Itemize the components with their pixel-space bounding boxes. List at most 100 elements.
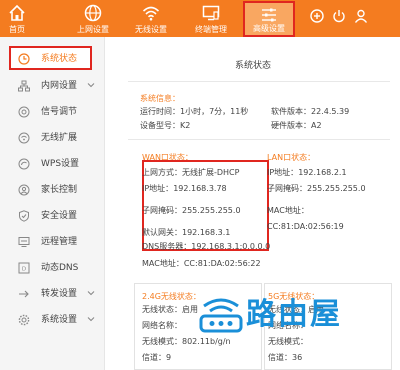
wan-dns-value: 192.168.3.1;0.0.0.0 [191, 242, 271, 251]
nav-terminal-management[interactable]: 终端管理 [186, 0, 236, 37]
software-version-value: 22.4.5.39 [311, 107, 350, 116]
sidebar-item-remote-management[interactable]: 远程管理 [0, 229, 105, 255]
model-value: K2 [180, 121, 191, 130]
home-icon [9, 4, 25, 21]
sidebar-item-security[interactable]: 安全设置 [0, 203, 105, 229]
clock-icon [18, 53, 30, 65]
user-icon[interactable] [354, 9, 368, 23]
hardware-version-label: 硬件版本： [271, 121, 311, 130]
nav-internet-settings[interactable]: 上网设置 [68, 0, 118, 37]
wan-mode-value: 无线扩展-DHCP [182, 168, 240, 177]
sidebar-item-label: 远程管理 [41, 237, 78, 247]
wps-icon [18, 158, 30, 170]
wan-dns-label: DNS服务器： [142, 242, 192, 251]
wifi24-mode-label: 无线模式： [142, 337, 182, 346]
wifi-icon [142, 6, 160, 21]
wan-mac-row: MAC地址：CC:81:DA:02:56:22 [142, 259, 261, 269]
svg-text:D: D [22, 266, 26, 272]
nav-advanced-settings[interactable]: 高级设置 [243, 1, 295, 37]
wifi5-channel-row: 信道：36 [268, 353, 302, 363]
wan-ip-label: IP地址： [142, 184, 174, 193]
wifi24-ssid-label: 网络名称： [142, 321, 182, 330]
watermark: 路由屋 [196, 290, 366, 350]
hardware-version-row: 硬件版本：A2 [271, 121, 322, 131]
sliders-icon [262, 8, 276, 22]
wifi24-heading: 2.4G无线状态： [142, 292, 201, 301]
wan-gateway-value: 192.168.3.1 [182, 228, 231, 237]
network-icon [18, 80, 30, 92]
nav-home[interactable]: 首页 [0, 0, 34, 37]
signal-icon [18, 106, 30, 118]
sidebar-item-forwarding[interactable]: 转发设置 [0, 281, 105, 307]
divider [128, 81, 390, 82]
router-logo-icon [199, 298, 243, 333]
wifi24-channel-label: 信道： [142, 353, 166, 362]
remote-icon [18, 237, 30, 247]
uptime-label: 运行时间： [140, 107, 180, 116]
sidebar-item-label: 无线扩展 [41, 133, 78, 143]
chevron-down-icon [87, 317, 95, 322]
power-icon[interactable] [332, 9, 346, 23]
wifi24-ssid-row: 网络名称： [142, 321, 182, 331]
sidebar-item-system-status[interactable]: 系统状态 [9, 46, 92, 70]
uptime-value: 1小时，7分，11秒 [180, 107, 249, 116]
sidebar-item-signal-tuning[interactable]: 信号调节 [0, 99, 105, 125]
model-row: 设备型号：K2 [140, 121, 190, 131]
wifi24-channel-value: 9 [166, 353, 172, 362]
sidebar-item-parental-control[interactable]: 家长控制 [0, 177, 105, 203]
wan-mode-label: 上网方式： [142, 168, 182, 177]
wan-mac-value: CC:81:DA:02:56:22 [183, 259, 261, 268]
sidebar-item-wps[interactable]: WPS设置 [0, 151, 105, 177]
divider [128, 139, 390, 140]
sidebar-item-label: 内网设置 [41, 81, 78, 91]
sidebar-item-label: 信号调节 [41, 107, 78, 117]
sidebar-item-lan-settings[interactable]: 内网设置 [0, 73, 105, 99]
wifi5-channel-value: 36 [292, 353, 303, 362]
sidebar-item-label: 转发设置 [41, 289, 78, 299]
sysinfo-heading: 系统信息： [140, 94, 180, 103]
wan-mac-label: MAC地址： [142, 259, 184, 268]
wan-gateway-label: 默认网关： [142, 228, 182, 237]
sidebar-item-label: 安全设置 [41, 211, 78, 221]
sidebar-item-ddns[interactable]: D 动态DNS [0, 255, 105, 281]
sidebar-item-label: WPS设置 [41, 159, 80, 169]
parent-control-icon [18, 184, 30, 196]
sidebar-item-system-settings[interactable]: 系统设置 [0, 307, 105, 333]
nav-advanced-label: 高级设置 [253, 24, 285, 33]
lan-mask-value: 255.255.255.0 [307, 184, 366, 193]
wan-mode-row: 上网方式：无线扩展-DHCP [142, 168, 239, 178]
sidebar-item-label: 家长控制 [41, 185, 78, 195]
lan-mask-row: 子网掩码：255.255.255.0 [267, 184, 366, 194]
chevron-down-icon [87, 83, 95, 88]
globe-icon [84, 4, 102, 22]
sidebar: 系统状态 内网设置 信号调节 无线扩展 WPS设置 家长控制 安全设置 远程管理… [0, 37, 105, 370]
page-title: 系统状态 [234, 61, 271, 71]
chevron-down-icon [87, 291, 95, 296]
software-version-label: 软件版本： [271, 107, 311, 116]
wan-gateway-row: 默认网关：192.168.3.1 [142, 228, 230, 238]
uptime-row: 运行时间：1小时，7分，11秒 [140, 107, 248, 117]
nav-wireless-settings[interactable]: 无线设置 [126, 0, 176, 37]
nav-wireless-label: 无线设置 [135, 25, 167, 34]
wifi5-channel-label: 信道： [268, 353, 292, 362]
wifi24-channel-row: 信道：9 [142, 353, 171, 363]
dns-icon: D [18, 262, 30, 274]
lan-heading: LAN口状态： [267, 153, 316, 162]
wifi24-state-label: 无线状态： [142, 305, 182, 314]
nav-home-label: 首页 [9, 25, 25, 34]
wan-mask-label: 子网掩码： [142, 206, 182, 215]
software-version-row: 软件版本：22.4.5.39 [271, 107, 349, 117]
sidebar-item-wireless-extend[interactable]: 无线扩展 [0, 125, 105, 151]
wifi24-state-row: 无线状态：启用 [142, 305, 198, 315]
sidebar-item-label: 系统状态 [41, 54, 78, 64]
watermark-text: 路由屋 [246, 297, 342, 332]
lan-ip-row: IP地址：192.168.2.1 [267, 168, 347, 178]
lan-ip-value: 192.168.2.1 [298, 168, 347, 177]
wan-mask-value: 255.255.255.0 [182, 206, 241, 215]
lan-mac-value-row: CC:81:DA:02:56:19 [267, 222, 344, 232]
wan-mask-row: 子网掩码：255.255.255.0 [142, 206, 241, 216]
wan-dns-row: DNS服务器：192.168.3.1;0.0.0.0 [142, 242, 270, 252]
plus-circle-icon[interactable] [310, 9, 324, 23]
wifi-extend-icon [18, 132, 30, 144]
forward-icon [19, 290, 29, 298]
